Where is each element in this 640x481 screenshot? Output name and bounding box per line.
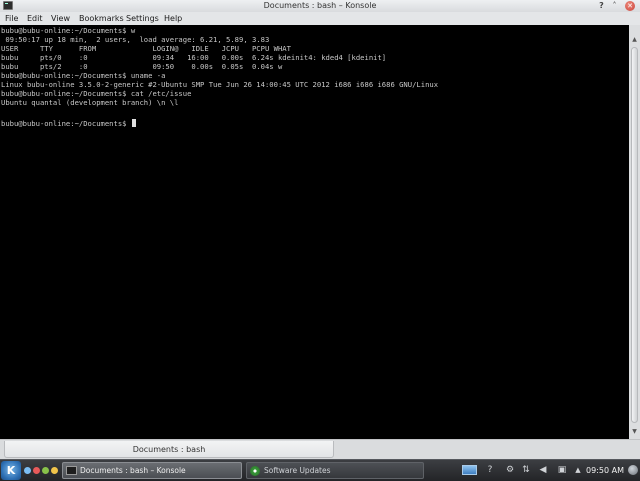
- terminal-area[interactable]: bubu@bubu-online:~/Documents$ w 09:50:17…: [0, 25, 629, 439]
- terminal-line: Ubuntu quantal (development branch) \n \…: [1, 98, 179, 107]
- desktop-3-icon[interactable]: [42, 467, 49, 474]
- user-icon[interactable]: ▣: [556, 465, 568, 476]
- menu-settings[interactable]: Settings: [126, 12, 159, 25]
- settings-icon[interactable]: ⚙: [504, 465, 516, 476]
- menu-bookmarks[interactable]: Bookmarks: [79, 12, 124, 25]
- scroll-down-icon[interactable]: ▼: [629, 427, 640, 437]
- terminal-prompt: bubu@bubu-online:~/Documents$: [1, 119, 131, 128]
- help-icon[interactable]: ?: [484, 465, 496, 476]
- network-icon[interactable]: ⇅: [520, 465, 532, 476]
- desktop-4-icon[interactable]: [51, 467, 58, 474]
- taskbar: Documents : bash – Konsole Software Upda…: [0, 459, 640, 481]
- monitor-icon[interactable]: [462, 465, 477, 475]
- menu-edit[interactable]: Edit: [27, 12, 43, 25]
- kde-menu-icon[interactable]: [1, 461, 21, 480]
- minimize-button[interactable]: ˄: [610, 1, 619, 10]
- task-label: Software Updates: [264, 466, 331, 475]
- close-button[interactable]: ✕: [625, 1, 635, 11]
- terminal-prompt-line[interactable]: bubu@bubu-online:~/Documents$: [1, 119, 136, 129]
- desktop-2-icon[interactable]: [33, 467, 40, 474]
- terminal-scrollbar[interactable]: ▲ ▼: [629, 25, 640, 439]
- panel-toolbox-icon[interactable]: [628, 465, 638, 475]
- tab-bar: Documents : bash: [0, 439, 640, 460]
- task-software-updates[interactable]: Software Updates: [246, 462, 424, 479]
- menu-bar: File Edit View Bookmarks Settings Help: [0, 12, 640, 25]
- scroll-up-icon[interactable]: ▲: [629, 35, 640, 45]
- menu-help[interactable]: Help: [164, 12, 182, 25]
- desktop-1-icon[interactable]: [24, 467, 31, 474]
- volume-icon[interactable]: ◀: [537, 465, 549, 476]
- software-updates-icon: [250, 466, 260, 476]
- clock[interactable]: 09:50 AM: [583, 460, 627, 481]
- task-label: Documents : bash – Konsole: [80, 466, 186, 475]
- konsole-icon: [66, 466, 77, 475]
- tab-documents-bash[interactable]: Documents : bash: [4, 441, 334, 458]
- terminal-cursor: [131, 119, 136, 127]
- help-button[interactable]: ?: [597, 1, 606, 10]
- scroll-thumb[interactable]: [631, 47, 638, 423]
- window-title: Documents : bash – Konsole: [263, 1, 377, 10]
- menu-view[interactable]: View: [51, 12, 70, 25]
- task-konsole[interactable]: Documents : bash – Konsole: [62, 462, 242, 479]
- menu-file[interactable]: File: [5, 12, 18, 25]
- tab-label: Documents : bash: [132, 445, 206, 454]
